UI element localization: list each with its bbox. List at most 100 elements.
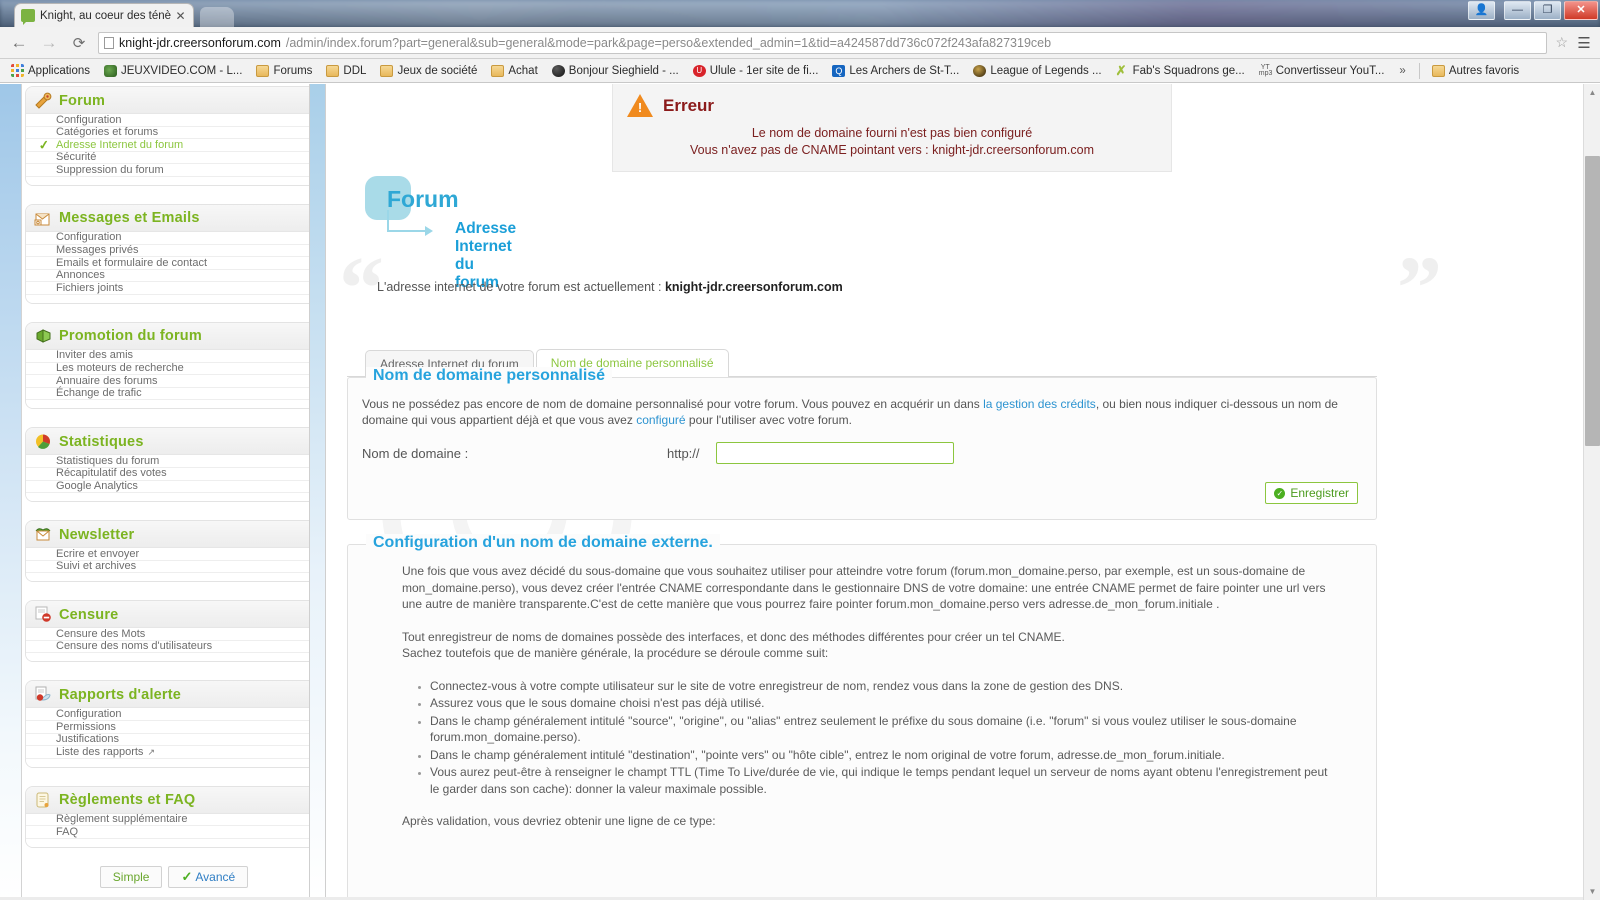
apps-grid-icon (11, 64, 24, 77)
window-controls: 👤 — ❐ ✕ (1468, 1, 1598, 20)
sidebar-item-annuaire-des-forums[interactable]: Annuaire des forums (26, 375, 322, 388)
bookmarks-bar: Applications JEUXVIDEO.COM - L... Forums… (0, 59, 1600, 83)
maximize-button[interactable]: ❐ (1534, 1, 1561, 20)
yt-mp3-icon: YT mp3 (1258, 63, 1273, 77)
bookmark-applications[interactable]: Applications (6, 62, 95, 79)
menu-icon[interactable]: ☰ (1576, 34, 1592, 52)
page-viewport: Forum Configuration Catégories et forums ✓ A… (0, 84, 1600, 900)
sidebar-item-fichiers-joints[interactable]: Fichiers joints (26, 282, 322, 295)
forward-icon[interactable]: → (38, 32, 60, 54)
bookmark-jeux-de-societe[interactable]: Jeux de société (375, 63, 482, 79)
bookmark-ulule[interactable]: U Ulule - 1er site de fi... (688, 63, 824, 79)
bookmark-archers-st-t[interactable]: Q Les Archers de St-T... (827, 63, 964, 79)
scroll-icon (34, 792, 52, 809)
sidebar-item-suivi-et-archives[interactable]: Suivi et archives (26, 560, 322, 574)
dark-circle-icon (551, 64, 565, 77)
sidebar-item-change-de-trafic[interactable]: Échange de trafic (26, 387, 322, 401)
bookmark-autres-favoris[interactable]: Autres favoris (1427, 63, 1524, 79)
save-button[interactable]: ✓ Enregistrer (1265, 482, 1358, 504)
bookmark-star-icon[interactable]: ☆ (1555, 34, 1568, 51)
page-info-icon[interactable] (104, 36, 114, 49)
sidebar-item-label: Ecrire et envoyer (56, 547, 140, 560)
sidebar-item-configuration[interactable]: Configuration (26, 114, 322, 127)
sidebar-item-justifications[interactable]: Justifications (26, 733, 322, 747)
sidebar-item-censure-des-noms-d-utilisateurs[interactable]: Censure des noms d'utilisateurs (26, 640, 322, 654)
close-icon[interactable]: ✕ (174, 9, 187, 23)
sidebar-item-adresse-internet-du-forum[interactable]: ✓ Adresse Internet du forum (26, 137, 322, 153)
scroll-down-icon[interactable]: ▼ (1584, 883, 1600, 900)
sidebar-item-ecrire-et-envoyer[interactable]: Ecrire et envoyer (26, 548, 322, 561)
close-window-button[interactable]: ✕ (1564, 1, 1598, 20)
folder-icon (491, 64, 505, 77)
sidebar-item-s-curit[interactable]: Sécurité (26, 151, 322, 165)
back-icon[interactable]: ← (8, 32, 30, 54)
vertical-scrollbar[interactable]: ▲ ▼ (1583, 84, 1600, 900)
sidebar-item-configuration[interactable]: Configuration (26, 231, 322, 245)
forbidden-icon (34, 606, 52, 623)
sidebar-block-3: Statistiques Statistiques du forum Récapit… (25, 427, 323, 503)
sidebar-item-label: Suivi et archives (56, 560, 137, 573)
bookmark-bonjour-sieghield[interactable]: Bonjour Sieghield - ... (547, 63, 684, 79)
error-title: Erreur (663, 95, 715, 115)
sidebar-block-list: Règlement supplémentaire FAQ (26, 813, 322, 848)
browser-tab[interactable]: Knight, au coeur des ténè ✕ (14, 3, 194, 27)
minimize-button[interactable]: — (1504, 1, 1531, 20)
reload-icon[interactable]: ⟳ (68, 32, 90, 54)
warning-triangle-icon (627, 94, 653, 117)
sidebar-item-configuration[interactable]: Configuration (26, 708, 322, 722)
bookmark-forums[interactable]: Forums (251, 63, 317, 79)
envelope-icon (34, 526, 52, 543)
sidebar-item-suppression-du-forum[interactable]: Suppression du forum (26, 164, 322, 177)
bookmark-league-of-legends[interactable]: League of Legends ... (968, 63, 1106, 79)
domain-input[interactable] (715, 442, 954, 464)
sidebar-block-header: Messages et Emails (26, 204, 322, 232)
sidebar-item-label: Statistiques du forum (56, 454, 160, 467)
sidebar-item-liste-des-rapports[interactable]: Liste des rapports ↗ (26, 746, 322, 759)
scrollbar-thumb[interactable] (1585, 156, 1600, 446)
sidebar-item-faq[interactable]: FAQ (26, 826, 322, 840)
external-domain-text: Une fois que vous avez décidé du sous-do… (362, 563, 1362, 830)
sidebar-item-label: Récapitulatif des votes (56, 467, 167, 480)
bookmark-achat[interactable]: Achat (486, 63, 542, 79)
bookmark-label: Ulule - 1er site de fi... (709, 64, 819, 77)
bookmarks-overflow-button[interactable]: » (1393, 65, 1411, 77)
configured-link[interactable]: configuré (636, 413, 685, 427)
breadcrumb: Forum Adresse Internet du forum (365, 176, 516, 291)
credits-link[interactable]: la gestion des crédits (983, 397, 1096, 411)
bookmark-fabs-squadrons[interactable]: ✗ Fab's Squadrons ge... (1111, 63, 1250, 79)
sidebar-block-title: Forum (59, 92, 106, 109)
bookmark-convertisseur-youtube[interactable]: YT mp3 Convertisseur YouT... (1254, 63, 1390, 79)
external-step-item: Dans le champ généralement intitulé "des… (430, 747, 1332, 764)
sidebar-item-inviter-des-amis[interactable]: Inviter des amis (26, 349, 322, 363)
sidebar-block-title: Messages et Emails (59, 210, 200, 227)
sidebar-block-5: Censure Censure des Mots Censure des noms … (25, 600, 323, 663)
domain-field-row: Nom de domaine : http:// (362, 442, 1362, 464)
sidebar-item-les-moteurs-de-recherche[interactable]: Les moteurs de recherche (26, 362, 322, 376)
mode-advanced-button[interactable]: ✓ Avancé (168, 866, 249, 889)
bookmark-jeuxvideo[interactable]: JEUXVIDEO.COM - L... (99, 63, 247, 79)
mode-simple-button[interactable]: Simple (99, 866, 163, 889)
sidebar-item-messages-priv-s[interactable]: Messages privés (26, 244, 322, 258)
sidebar-item-statistiques-du-forum[interactable]: Statistiques du forum (26, 455, 322, 468)
sidebar-item-cat-gories-et-forums[interactable]: Catégories et forums (26, 126, 322, 140)
sidebar-block-list: Configuration Catégories et forums ✓ Adress… (26, 114, 322, 185)
user-avatar-icon[interactable]: 👤 (1468, 1, 1495, 20)
sidebar-item-r-capitulatif-des-votes[interactable]: Récapitulatif des votes (26, 467, 322, 481)
sidebar-item-annonces[interactable]: Annonces (26, 269, 322, 283)
sidebar-mode-buttons: Simple ✓ Avancé (23, 866, 325, 889)
sidebar-item-emails-et-formulaire-de-contact[interactable]: Emails et formulaire de contact (26, 257, 322, 270)
sidebar-block-title: Règlements et FAQ (59, 792, 196, 809)
sidebar-block-title: Promotion du forum (59, 328, 202, 345)
new-tab-button[interactable] (200, 7, 234, 27)
sidebar-item-label: Inviter des amis (56, 349, 134, 362)
external-paragraph-2: Tout enregistreur de noms de domaines po… (402, 629, 1332, 662)
sidebar-item-censure-des-mots[interactable]: Censure des Mots (26, 628, 322, 641)
scroll-up-icon[interactable]: ▲ (1584, 84, 1600, 101)
sidebar-item-r-glement-suppl-mentaire[interactable]: Règlement supplémentaire (26, 813, 322, 827)
address-bar[interactable]: knight-jdr.creersonforum.com /admin/inde… (98, 31, 1548, 54)
sidebar-item-permissions[interactable]: Permissions (26, 721, 322, 734)
sidebar-item-label: Suppression du forum (56, 163, 164, 176)
bookmark-ddl[interactable]: DDL (321, 63, 371, 79)
sidebar-item-google-analytics[interactable]: Google Analytics (26, 480, 322, 494)
page-left-gradient-strip (0, 84, 22, 900)
